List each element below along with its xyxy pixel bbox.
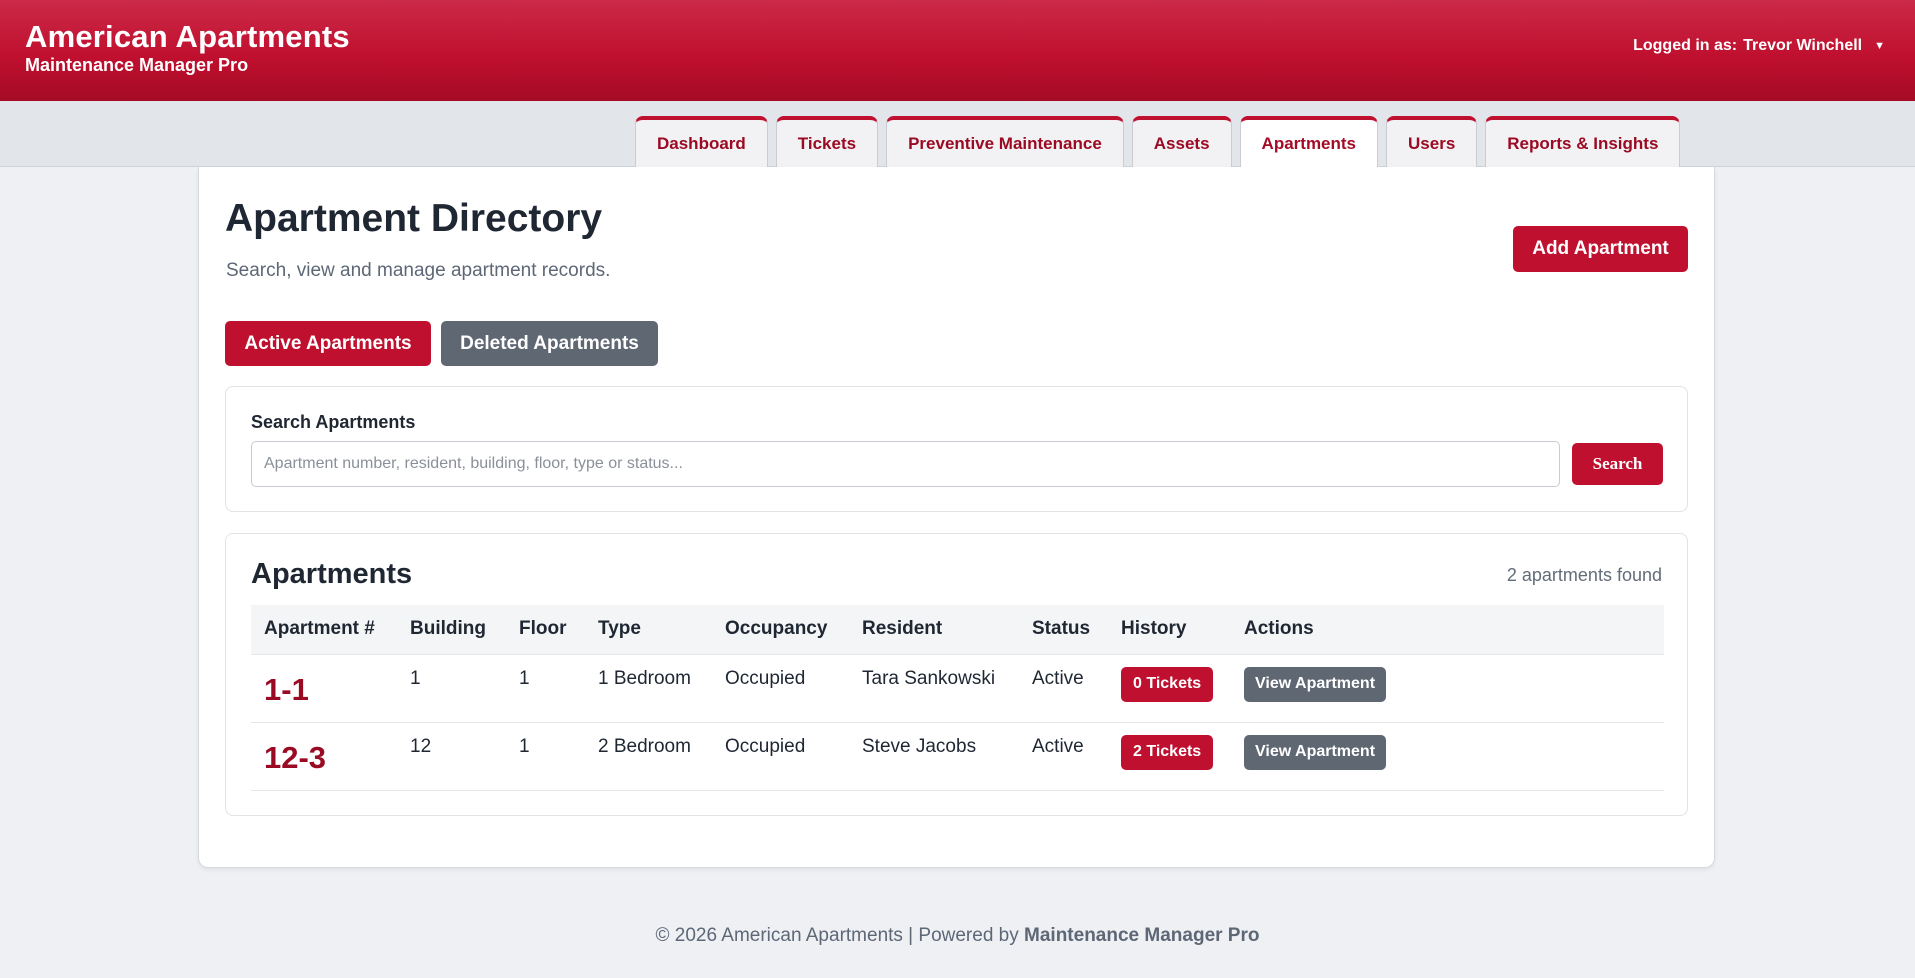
- user-menu[interactable]: Logged in as: Trevor Winchell ▼: [1633, 37, 1885, 55]
- brand-title[interactable]: American Apartments: [25, 19, 350, 55]
- column-header[interactable]: Type: [585, 605, 712, 655]
- search-label: Search Apartments: [251, 412, 416, 432]
- footer-product: Maintenance Manager Pro: [1024, 925, 1260, 946]
- tab-reports-insights[interactable]: Reports & Insights: [1485, 116, 1681, 167]
- history-cell: 2 Tickets: [1108, 722, 1231, 790]
- user-name: Trevor Winchell: [1743, 37, 1863, 54]
- app-header: American Apartments Maintenance Manager …: [0, 0, 1915, 101]
- brand-subtitle: Maintenance Manager Pro: [25, 55, 249, 75]
- footer-text: © 2026 American Apartments | Powered by: [655, 925, 1019, 946]
- floor-cell: 1: [519, 667, 530, 689]
- apartments-table: Apartment # Building Floor Type Occupanc…: [251, 605, 1664, 791]
- view-apartment-button[interactable]: View Apartment: [1244, 734, 1387, 770]
- tickets-button[interactable]: 0 Tickets: [1121, 666, 1214, 702]
- page-subtitle: Search, view and manage apartment record…: [226, 260, 611, 281]
- page-title: Apartment Directory: [225, 197, 603, 240]
- user-menu-label: Logged in as:: [1633, 37, 1738, 54]
- search-panel: Search Apartments Search: [225, 386, 1688, 512]
- tab-dashboard[interactable]: Dashboard: [635, 116, 768, 167]
- apartment-number-link[interactable]: 12-3: [251, 722, 397, 790]
- caret-down-icon: ▼: [1874, 40, 1885, 52]
- resident-cell: Tara Sankowski: [862, 667, 996, 689]
- type-cell: 1 Bedroom: [598, 667, 691, 689]
- table-header-row: Apartment # Building Floor Type Occupanc…: [251, 605, 1664, 655]
- column-header[interactable]: Actions: [1231, 605, 1664, 655]
- type-cell: 2 Bedroom: [598, 735, 691, 757]
- status-cell: Active: [1032, 735, 1084, 757]
- search-input[interactable]: [251, 441, 1560, 487]
- apartments-count: 2 apartments found: [1506, 565, 1662, 585]
- actions-cell: View Apartment: [1231, 722, 1664, 790]
- column-header[interactable]: Resident: [849, 605, 1019, 655]
- tab-tickets[interactable]: Tickets: [775, 116, 879, 167]
- table-row: 12-3 12 1 2 Bedroom Occupied Steve Jacob…: [251, 722, 1664, 790]
- apartments-panel: Apartments 2 apartments found Apartment …: [225, 533, 1688, 816]
- table-row: 1-1 1 1 1 Bedroom Occupied Tara Sankowsk…: [251, 654, 1664, 722]
- tab-assets[interactable]: Assets: [1131, 116, 1232, 167]
- column-header[interactable]: Status: [1019, 605, 1108, 655]
- history-cell: 0 Tickets: [1108, 654, 1231, 722]
- apartments-title: Apartments: [251, 558, 413, 590]
- column-header[interactable]: Occupancy: [712, 605, 849, 655]
- tab-apartments[interactable]: Apartments: [1239, 116, 1379, 168]
- main-card: Apartment Directory Search, view and man…: [198, 167, 1715, 868]
- column-header[interactable]: Building: [397, 605, 506, 655]
- status-cell: Active: [1032, 667, 1084, 689]
- view-apartment-button[interactable]: View Apartment: [1244, 666, 1387, 702]
- active-apartments-button[interactable]: Active Apartments: [225, 321, 431, 366]
- occupancy-cell: Occupied: [725, 667, 806, 689]
- tickets-button[interactable]: 2 Tickets: [1121, 734, 1214, 770]
- building-cell: 12: [410, 735, 432, 757]
- deleted-apartments-button[interactable]: Deleted Apartments: [441, 321, 658, 366]
- main-nav-tabs: Dashboard Tickets Preventive Maintenance…: [635, 116, 1681, 168]
- tab-preventive-maintenance[interactable]: Preventive Maintenance: [886, 116, 1124, 167]
- resident-cell: Steve Jacobs: [862, 735, 977, 757]
- apartment-number-link[interactable]: 1-1: [251, 654, 397, 722]
- column-header[interactable]: History: [1108, 605, 1231, 655]
- building-cell: 1: [410, 667, 421, 689]
- floor-cell: 1: [519, 735, 530, 757]
- occupancy-cell: Occupied: [725, 735, 806, 757]
- page-footer: © 2026 American Apartments | Powered by …: [0, 925, 1915, 947]
- column-header[interactable]: Floor: [506, 605, 585, 655]
- column-header[interactable]: Apartment #: [251, 605, 397, 655]
- search-button[interactable]: Search: [1572, 443, 1663, 485]
- actions-cell: View Apartment: [1231, 654, 1664, 722]
- add-apartment-button[interactable]: Add Apartment: [1513, 226, 1688, 272]
- tab-users[interactable]: Users: [1386, 116, 1478, 167]
